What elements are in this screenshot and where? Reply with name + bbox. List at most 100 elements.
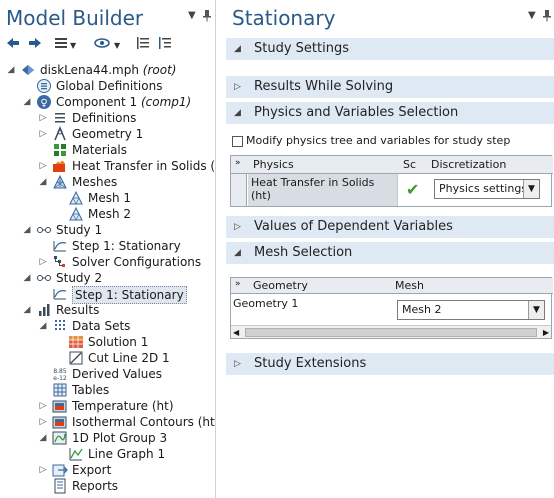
- modify-physics-checkbox[interactable]: [232, 136, 243, 147]
- expanded-arrow-icon[interactable]: ◢: [22, 222, 32, 238]
- plot-group-3d-icon: [52, 398, 68, 414]
- discretization-select[interactable]: Physics settings ▼: [434, 179, 540, 199]
- back-arrow-icon[interactable]: [6, 36, 20, 54]
- meshes-icon: [52, 174, 68, 190]
- tree-item[interactable]: 8.85 e-12 Derived Values: [0, 366, 215, 382]
- tree-item[interactable]: Solution 1: [0, 334, 215, 350]
- stationary-step-icon: [52, 286, 68, 302]
- section-results-while-solving[interactable]: ▷ Results While Solving: [226, 76, 554, 98]
- solution-icon: [68, 334, 84, 350]
- tree-item[interactable]: ◢ ♀ Component 1 (comp1): [0, 94, 215, 110]
- collapsed-arrow-icon[interactable]: ▷: [38, 158, 48, 174]
- section-study-extensions[interactable]: ▷ Study Extensions: [226, 353, 554, 375]
- forward-arrow-icon[interactable]: [28, 36, 42, 54]
- expanded-arrow-icon: ◢: [234, 108, 241, 118]
- scrollbar-thumb[interactable]: [245, 328, 537, 337]
- tree-item[interactable]: Tables: [0, 382, 215, 398]
- section-values-dependent[interactable]: ▷ Values of Dependent Variables: [226, 216, 554, 238]
- tree-item[interactable]: ◢ diskLena44.mph (root): [0, 62, 215, 78]
- tree-item-label: Mesh 1: [88, 191, 132, 205]
- section-mesh-selection[interactable]: ◢ Mesh Selection: [226, 242, 554, 264]
- tree-item[interactable]: Cut Line 2D 1: [0, 350, 215, 366]
- tree-item-label: Export: [72, 463, 112, 477]
- tree-item[interactable]: ◢ Results: [0, 302, 215, 318]
- tree-item-label: Study 2: [56, 271, 103, 285]
- collapsed-arrow-icon[interactable]: ▷: [38, 254, 48, 270]
- tree-item[interactable]: Materials: [0, 142, 215, 158]
- collapsed-arrow-icon: ▷: [234, 222, 241, 232]
- tree-item[interactable]: Mesh 2: [0, 206, 215, 222]
- eye-icon[interactable]: [94, 36, 110, 54]
- column-menu-icon[interactable]: »: [235, 278, 241, 290]
- tree-item[interactable]: ◢ Data Sets: [0, 318, 215, 334]
- mesh-icon: [68, 206, 84, 222]
- collapse-all-icon[interactable]: [136, 36, 150, 54]
- tree-item[interactable]: ▷ Solver Configurations: [0, 254, 215, 270]
- expanded-arrow-icon[interactable]: ◢: [22, 302, 32, 318]
- collapsed-arrow-icon[interactable]: ▷: [38, 414, 48, 430]
- tree-item[interactable]: Reports: [0, 478, 215, 494]
- pin-icon[interactable]: [202, 10, 212, 25]
- section-study-settings[interactable]: ◢ Study Settings: [226, 38, 554, 60]
- view-menu-icon[interactable]: ▼: [528, 10, 536, 21]
- collapsed-arrow-icon[interactable]: ▷: [38, 110, 48, 126]
- column-menu-icon[interactable]: »: [235, 156, 241, 170]
- expanded-arrow-icon[interactable]: ◢: [6, 62, 16, 78]
- scroll-left-icon[interactable]: ◀: [233, 326, 239, 339]
- tree-item-label: Derived Values: [72, 367, 163, 381]
- mesh-table: » Geometry Mesh Geometry 1 Mesh 2 ▼ ◀ ▶: [230, 277, 553, 339]
- expanded-arrow-icon[interactable]: ◢: [38, 174, 48, 190]
- expanded-arrow-icon[interactable]: ◢: [22, 270, 32, 286]
- tree-item[interactable]: ▷ Definitions: [0, 110, 215, 126]
- geometry-cell: Geometry 1: [233, 297, 299, 310]
- expanded-arrow-icon[interactable]: ◢: [38, 430, 48, 446]
- tree-item-label: Mesh 2: [88, 207, 132, 221]
- expanded-arrow-icon: ◢: [234, 44, 241, 54]
- tree-item[interactable]: ▷ Export: [0, 462, 215, 478]
- show-list-icon[interactable]: [54, 36, 68, 54]
- svg-text:e-12: e-12: [53, 375, 67, 382]
- scroll-right-icon[interactable]: ▶: [543, 326, 549, 339]
- chevron-down-icon[interactable]: ▼: [528, 301, 544, 319]
- eye-dropdown-icon[interactable]: ▼: [114, 37, 120, 55]
- tree-item-label: Study 1: [56, 223, 103, 237]
- tree-item[interactable]: ◢ Study 1: [0, 222, 215, 238]
- physics-column-header: Physics: [253, 158, 294, 171]
- tree-item[interactable]: ▷ Geometry 1: [0, 126, 215, 142]
- horizontal-scrollbar[interactable]: ◀ ▶: [231, 325, 551, 338]
- tree-item-label: 1D Plot Group 3: [72, 431, 168, 445]
- table-row[interactable]: Heat Transfer in Solids (ht) ✔ Physics s…: [248, 174, 552, 206]
- checkmark-icon[interactable]: ✔: [406, 180, 419, 199]
- derived-values-icon: 8.85 e-12: [52, 366, 68, 382]
- show-list-dropdown-icon[interactable]: ▼: [70, 37, 76, 55]
- tree-item[interactable]: Step 1: Stationary: [0, 238, 215, 254]
- collapsed-arrow-icon[interactable]: ▷: [38, 126, 48, 142]
- table-row[interactable]: Geometry 1 Mesh 2 ▼: [231, 294, 551, 324]
- geometry-column-header: Geometry: [253, 279, 308, 292]
- pin-icon[interactable]: [542, 10, 552, 25]
- tree-item[interactable]: Line Graph 1: [0, 446, 215, 462]
- collapsed-arrow-icon[interactable]: ▷: [38, 398, 48, 414]
- tree-item[interactable]: ▷ Isothermal Contours (ht: [0, 414, 215, 430]
- expanded-arrow-icon[interactable]: ◢: [38, 318, 48, 334]
- tables-icon: [52, 382, 68, 398]
- view-menu-icon[interactable]: ▼: [188, 10, 196, 21]
- tree-item[interactable]: ▷ Temperature (ht): [0, 398, 215, 414]
- tree-item-tag: (comp1): [140, 95, 192, 109]
- tree-item-label: Materials: [72, 143, 128, 157]
- tree-item[interactable]: Mesh 1: [0, 190, 215, 206]
- collapsed-arrow-icon[interactable]: ▷: [38, 462, 48, 478]
- expand-all-icon[interactable]: [158, 36, 172, 54]
- tree-item[interactable]: ◢ Study 2: [0, 270, 215, 286]
- expanded-arrow-icon[interactable]: ◢: [22, 94, 32, 110]
- settings-panel: Stationary ▼ ◢ Study Settings ▷ Results …: [222, 0, 554, 498]
- tree-item[interactable]: ◢ 1D Plot Group 3: [0, 430, 215, 446]
- section-physics-variables[interactable]: ◢ Physics and Variables Selection: [226, 102, 554, 124]
- tree-item[interactable]: Step 1: Stationary: [0, 286, 215, 304]
- mesh-select[interactable]: Mesh 2 ▼: [397, 300, 545, 320]
- tree-item[interactable]: ◢ Meshes: [0, 174, 215, 190]
- definitions-icon: [52, 110, 68, 126]
- chevron-down-icon[interactable]: ▼: [523, 180, 539, 198]
- tree-item[interactable]: Global Definitions: [0, 78, 215, 94]
- tree-item[interactable]: ▷ Heat Transfer in Solids (: [0, 158, 215, 174]
